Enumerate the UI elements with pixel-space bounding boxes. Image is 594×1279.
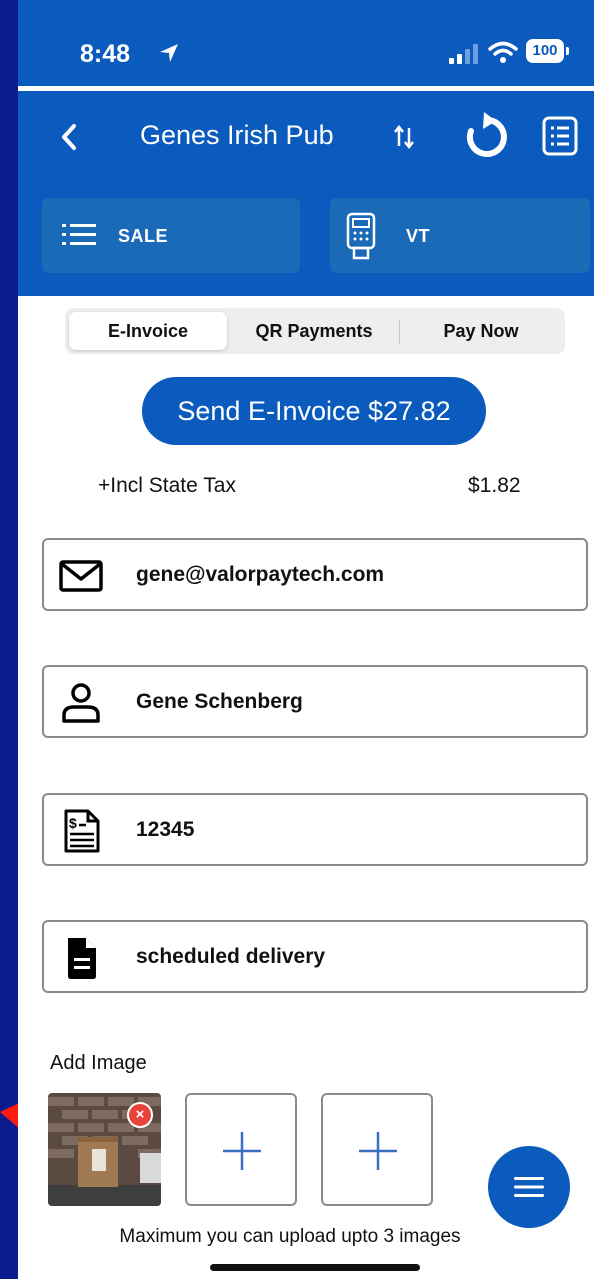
invoice-document-icon: $ <box>64 809 100 853</box>
hamburger-icon <box>514 1177 544 1197</box>
phone-screen: 8:48 100 Genes Irish Pub SALE VT E-Invoi… <box>18 0 594 1279</box>
card-terminal-icon <box>346 212 376 260</box>
upload-limit-note: Maximum you can upload upto 3 images <box>119 1226 461 1247</box>
add-image-slot[interactable] <box>185 1093 297 1206</box>
status-bar: 8:48 100 <box>18 0 594 84</box>
send-e-invoice-button[interactable]: Send E-Invoice $27.82 <box>142 377 486 445</box>
back-chevron-icon[interactable] <box>58 122 80 152</box>
nav-bar: Genes Irish Pub <box>18 100 594 176</box>
customer-name-value: Gene Schenberg <box>136 690 303 713</box>
payment-type-tabs: E-Invoice QR Payments Pay Now <box>65 308 565 354</box>
location-arrow-icon <box>160 44 178 62</box>
sale-mode-button[interactable]: SALE <box>42 198 300 273</box>
header-divider <box>18 86 594 91</box>
vt-mode-button[interactable]: VT <box>330 198 590 273</box>
header: 8:48 100 Genes Irish Pub SALE VT <box>18 0 594 296</box>
tab-e-invoice[interactable]: E-Invoice <box>69 312 227 350</box>
floating-menu-button[interactable] <box>488 1146 570 1228</box>
transactions-list-icon[interactable] <box>542 116 578 156</box>
customer-name-field[interactable]: Gene Schenberg <box>42 665 588 738</box>
plus-icon <box>359 1132 397 1170</box>
note-field[interactable]: scheduled delivery <box>42 920 588 993</box>
tab-pay-now[interactable]: Pay Now <box>401 312 561 350</box>
email-value: gene@valorpaytech.com <box>136 563 385 586</box>
tax-label: +Incl State Tax <box>98 474 236 497</box>
add-image-slot[interactable] <box>321 1093 433 1206</box>
home-indicator <box>210 1264 420 1271</box>
note-document-icon <box>68 938 96 979</box>
battery-indicator: 100 <box>526 39 569 63</box>
add-image-label: Add Image <box>50 1052 147 1074</box>
refresh-icon[interactable] <box>462 112 512 162</box>
merchant-title[interactable]: Genes Irish Pub <box>140 120 334 151</box>
tab-separator <box>399 320 400 344</box>
swap-arrows-icon[interactable] <box>392 124 416 150</box>
person-icon <box>62 683 100 723</box>
sale-label: SALE <box>118 226 169 246</box>
svg-text:$: $ <box>69 815 77 831</box>
email-field[interactable]: gene@valorpaytech.com <box>42 538 588 611</box>
tax-value: $1.82 <box>468 474 521 497</box>
wifi-icon <box>488 41 518 63</box>
status-time: 8:48 <box>80 40 131 68</box>
plus-icon <box>223 1132 261 1170</box>
invoice-number-value: 12345 <box>136 818 195 841</box>
cellular-signal-icon <box>449 44 478 64</box>
vt-label: VT <box>406 226 431 246</box>
note-value: scheduled delivery <box>136 945 326 968</box>
envelope-icon <box>59 560 103 592</box>
tab-qr-payments[interactable]: QR Payments <box>231 312 397 350</box>
invoice-number-field[interactable]: $ 12345 <box>42 793 588 866</box>
remove-image-button[interactable]: × <box>127 1102 153 1128</box>
menu-lines-icon <box>62 224 96 245</box>
